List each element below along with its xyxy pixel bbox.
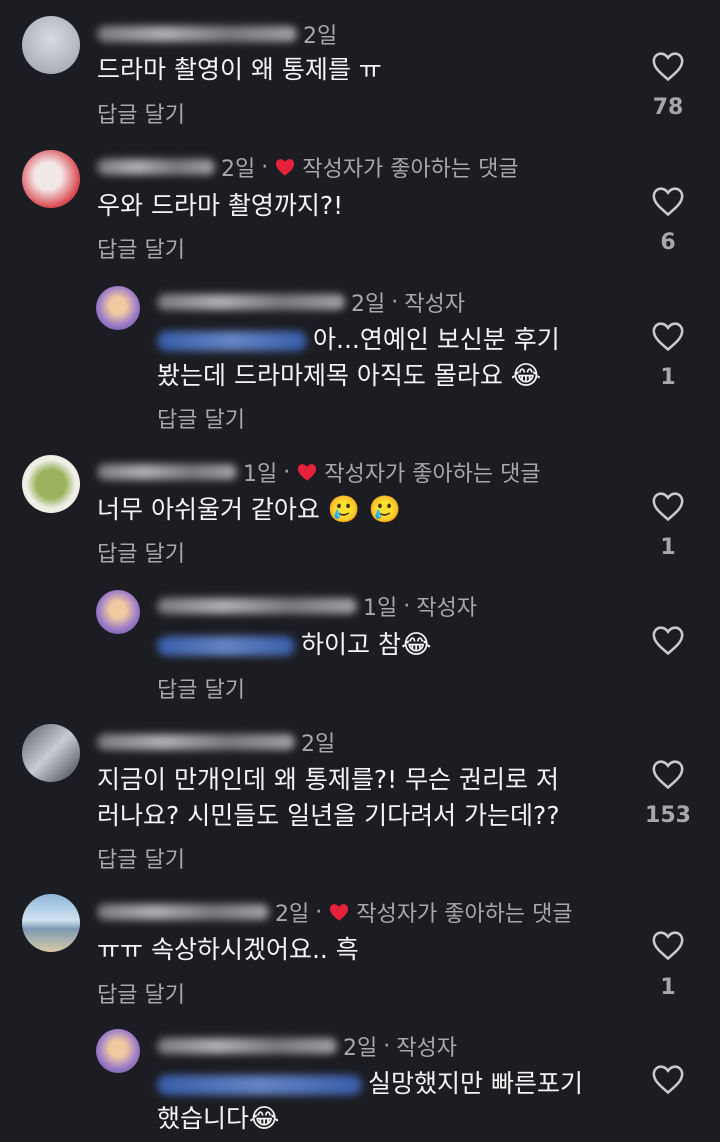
separator: · [383,1033,391,1059]
comment-text: 우와 드라마 촬영까지?! [97,191,344,220]
tear-emoji: 🥲 🥲 [327,495,401,525]
comment-text: 너무 아쉬울거 같아요 🥲 🥲 [97,492,401,528]
comment-time: 2일 [221,157,256,182]
laughing-emoji: 😂 [249,1104,280,1134]
like-icon[interactable] [651,50,685,82]
mention-link[interactable] [157,1075,362,1095]
reply-button[interactable]: 답글 달기 [97,842,185,874]
comment-meta: 2일 [97,726,335,758]
reply-button[interactable]: 답글 달기 [157,402,245,434]
separator: · [315,899,323,925]
username[interactable] [97,464,237,480]
like-count: 78 [652,95,684,120]
avatar[interactable] [96,590,140,634]
avatar[interactable] [22,150,80,208]
comment-time: 1일 [243,462,278,487]
author-badge: 작성자 [404,292,465,317]
comment-text-line2: 봤는데 드라마제목 아직도 몰라요 [157,361,503,390]
liked-by-author-label: 작성자가 좋아하는 댓글 [302,157,519,182]
comment-text: 드라마 촬영이 왜 통제를 ㅠ [97,55,382,84]
reply-button[interactable]: 답글 달기 [157,672,245,704]
like-icon[interactable] [651,1063,685,1095]
comment-text-line1: 실망했지만 빠른포기 [368,1069,583,1098]
like-icon[interactable] [651,490,685,522]
comment-time: 2일 [275,902,310,927]
comment-time: 2일 [343,1036,378,1061]
comment-text: 아...연예인 보신분 후기 [157,322,560,358]
username[interactable] [97,904,269,920]
like-icon[interactable] [651,320,685,352]
reply-button[interactable]: 답글 달기 [97,977,185,1009]
author-badge: 작성자 [416,596,477,621]
username[interactable] [97,26,297,42]
comment-text: ㅠㅠ 속상하시겠어요.. 흑 [97,935,359,964]
comment-meta: 2일 · 작성자가 좋아하는 댓글 [97,896,573,928]
comment-text-content: 너무 아쉬울거 같아요 [97,495,320,524]
comment-meta: 2일 [97,18,337,50]
comment-text-line1: 지금이 만개인데 왜 통제를?! 무슨 권리로 저 [97,765,559,794]
comment-text: 하이고 참😂 [157,627,431,663]
comment-text-line2: 러나요? 시민들도 일년을 기다려서 가는데?? [97,801,560,830]
laughing-emoji: 😂 [510,361,542,391]
comment-text-content: 하이고 참 [301,630,401,659]
avatar[interactable] [22,894,80,952]
comment-meta: 1일 · 작성자가 좋아하는 댓글 [97,456,541,488]
separator: · [391,289,399,315]
liked-heart-icon [330,904,349,921]
like-icon[interactable] [651,185,685,217]
separator: · [283,459,291,485]
mention-link[interactable] [157,331,307,351]
avatar[interactable] [96,1029,140,1073]
comment-meta: 2일 · 작성자 [157,286,465,318]
comment-meta: 1일 · 작성자 [157,590,477,622]
separator: · [403,593,411,619]
reply-button[interactable]: 답글 달기 [97,232,185,264]
comment-text-line2: 했습니다 [157,1104,250,1133]
comment-meta: 2일 · 작성자가 좋아하는 댓글 [97,151,519,183]
comment-time: 1일 [363,596,398,621]
comment-time: 2일 [351,292,386,317]
username[interactable] [97,734,295,750]
username[interactable] [157,1038,337,1054]
reply-button[interactable]: 답글 달기 [97,97,185,129]
liked-by-author-label: 작성자가 좋아하는 댓글 [324,462,541,487]
comment-meta: 2일 · 작성자 [157,1030,457,1062]
reply-button[interactable]: 답글 달기 [97,536,185,568]
username[interactable] [97,159,215,175]
like-count: 1 [660,975,676,1000]
comment-text: 실망했지만 빠른포기 [157,1066,583,1102]
comment-text: 봤는데 드라마제목 아직도 몰라요 😂 [157,358,541,394]
like-icon[interactable] [651,929,685,961]
comment-text: 했습니다😂 [157,1101,279,1137]
like-count: 1 [660,365,676,390]
laughing-emoji: 😂 [400,630,432,660]
liked-heart-icon [276,159,295,176]
avatar[interactable] [22,455,80,513]
avatar[interactable] [22,16,80,74]
comment-time: 2일 [303,24,338,49]
like-count: 6 [660,230,676,255]
liked-heart-icon [298,464,317,481]
author-badge: 작성자 [396,1036,457,1061]
like-count: 1 [660,535,676,560]
mention-link[interactable] [157,636,295,656]
avatar[interactable] [22,724,80,782]
username[interactable] [157,294,345,310]
separator: · [261,154,269,180]
like-count: 153 [645,803,691,828]
avatar[interactable] [96,286,140,330]
username[interactable] [157,598,357,614]
comment-time: 2일 [301,732,336,757]
like-icon[interactable] [651,758,685,790]
comment-text-line1: 아...연예인 보신분 후기 [313,325,560,354]
like-icon[interactable] [651,624,685,656]
liked-by-author-label: 작성자가 좋아하는 댓글 [356,902,573,927]
